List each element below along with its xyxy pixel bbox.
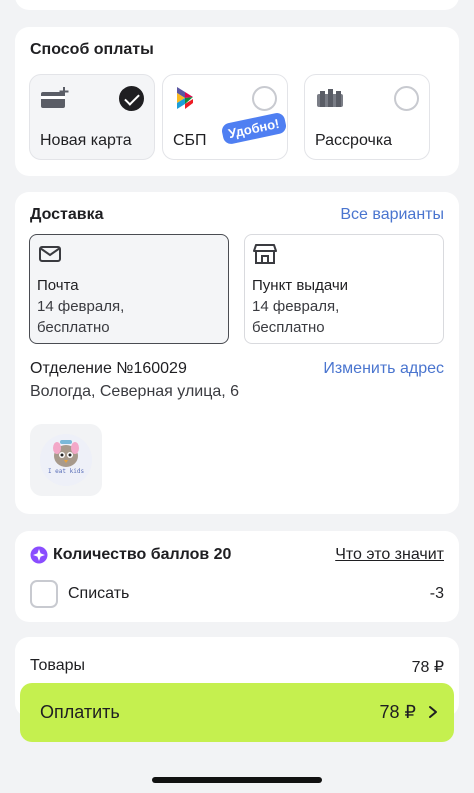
pay-button[interactable]: Оплатить 78 ₽ (20, 683, 454, 742)
convenient-badge: Удобно! (220, 111, 288, 146)
card-plus-icon (40, 85, 70, 111)
sbp-logo-icon (173, 85, 203, 111)
points-count: Количество баллов 20 (53, 546, 232, 563)
product-thumbnail[interactable]: I eat kids (30, 424, 102, 496)
store-icon (252, 243, 278, 265)
writeoff-label: Списать (68, 585, 130, 602)
goods-label: Товары (30, 657, 86, 674)
mail-icon (37, 243, 63, 265)
delivery-option-pickup[interactable]: Пункт выдачи 14 февраля, бесплатно (244, 234, 444, 344)
pay-button-label: Оплатить (40, 702, 120, 722)
payment-option-new-card[interactable]: Новая карта (29, 74, 155, 160)
post-office-number: Отделение №160029 (30, 360, 187, 377)
pay-button-amount: 78 ₽ (379, 702, 416, 722)
goods-price: 78 ₽ (411, 659, 444, 676)
payment-option-installments[interactable]: Рассрочка (304, 74, 430, 160)
delivery-card: Доставка Все варианты Почта 14 февраля, … (15, 192, 459, 514)
chevron-right-icon (426, 705, 440, 719)
delivery-title: Доставка (30, 206, 104, 223)
selected-check-icon (119, 86, 144, 111)
change-address-link[interactable]: Изменить адрес (323, 360, 444, 378)
delivery-option-price: бесплатно (37, 319, 110, 336)
radio-unchecked (252, 86, 277, 111)
all-options-link[interactable]: Все варианты (340, 206, 444, 224)
payment-method-title: Способ оплаты (30, 41, 154, 58)
writeoff-checkbox[interactable] (30, 580, 58, 608)
payment-method-card: Способ оплаты Новая карта СБП Удобно! Ра… (15, 27, 459, 176)
payment-option-sbp[interactable]: СБП Удобно! (162, 74, 288, 160)
payment-option-label: Рассрочка (315, 132, 393, 149)
product-image-caption: I eat kids (47, 468, 85, 475)
payment-option-label: СБП (173, 132, 207, 149)
what-is-this-link[interactable]: Что это значит (335, 546, 444, 564)
product-image: I eat kids (40, 434, 92, 486)
delivery-option-post[interactable]: Почта 14 февраля, бесплатно (29, 234, 229, 344)
previous-card (15, 0, 459, 10)
installments-icon (315, 85, 345, 111)
payment-option-label: Новая карта (40, 132, 132, 149)
writeoff-value: -3 (429, 585, 444, 602)
points-star-icon (30, 546, 48, 564)
delivery-option-price: бесплатно (252, 319, 325, 336)
home-indicator[interactable] (152, 777, 322, 783)
delivery-address: Вологда, Северная улица, 6 (30, 383, 240, 400)
points-card: Количество баллов 20 Что это значит Спис… (15, 531, 459, 622)
delivery-option-date: 14 февраля, (37, 298, 125, 315)
radio-unchecked (394, 86, 419, 111)
delivery-option-name: Пункт выдачи (252, 277, 349, 294)
delivery-option-name: Почта (37, 277, 79, 294)
delivery-option-date: 14 февраля, (252, 298, 340, 315)
